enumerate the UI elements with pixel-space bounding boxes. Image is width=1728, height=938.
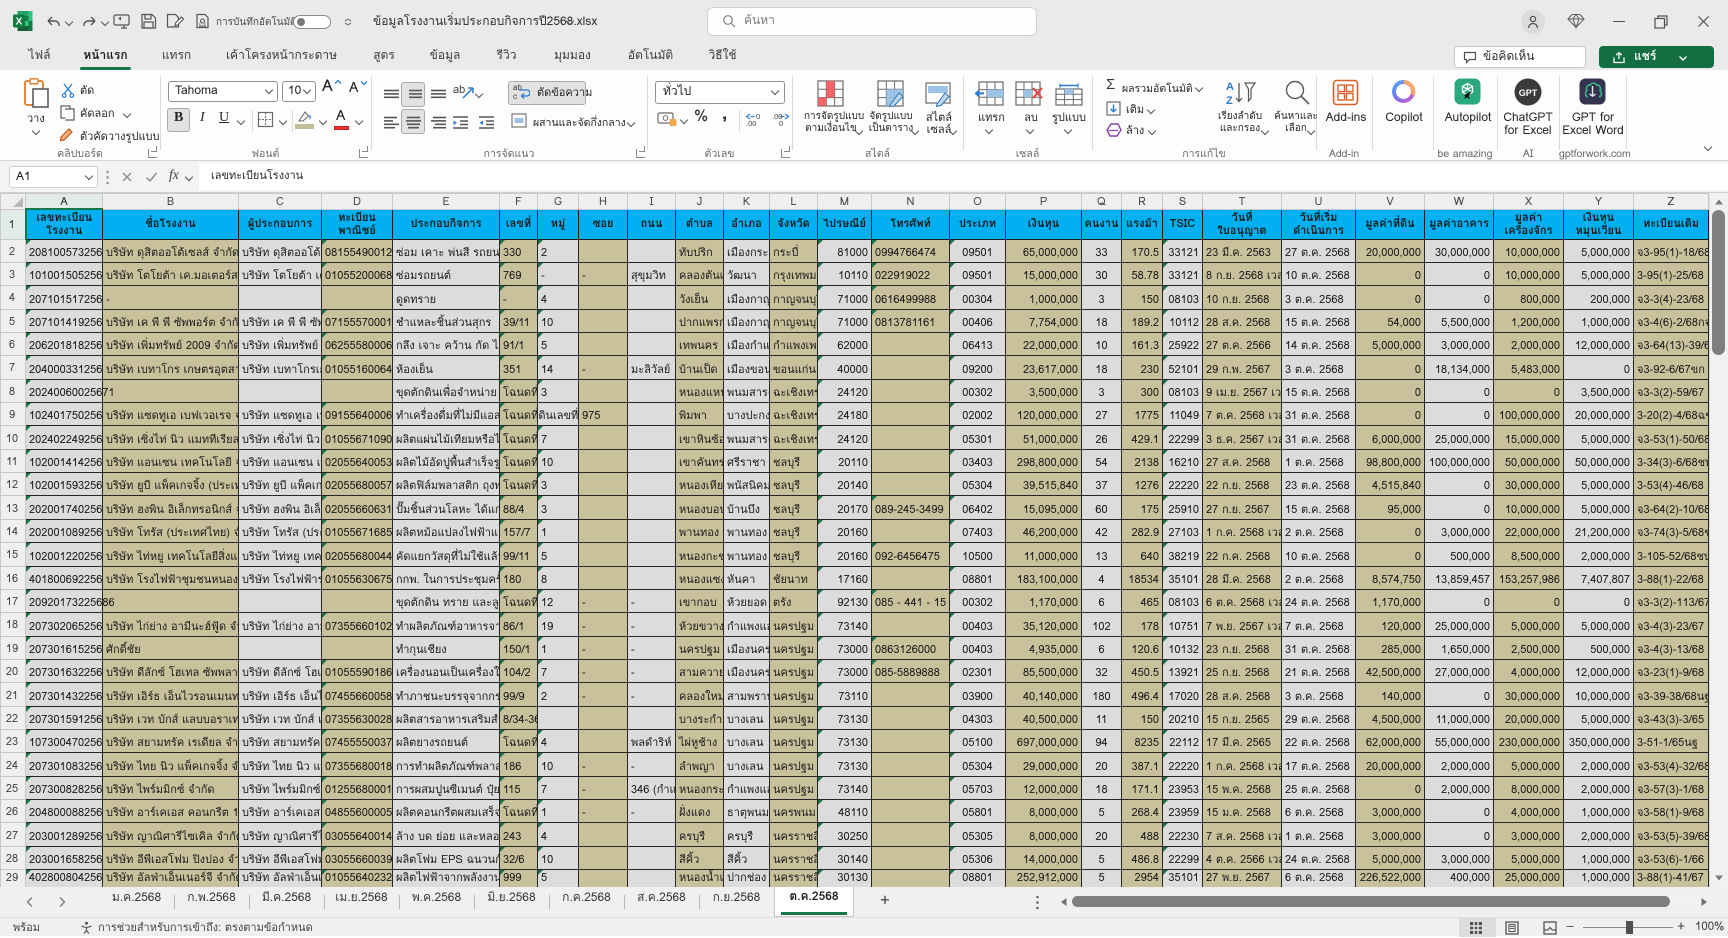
svg-text:A: A [1226,81,1234,93]
svg-text:0: 0 [779,119,783,127]
svg-text:Z: Z [1226,95,1233,107]
svg-text:X: X [16,17,23,28]
svg-text:.00: .00 [746,119,756,127]
svg-text:GPT: GPT [1519,88,1538,98]
svg-text:0: 0 [756,112,760,121]
